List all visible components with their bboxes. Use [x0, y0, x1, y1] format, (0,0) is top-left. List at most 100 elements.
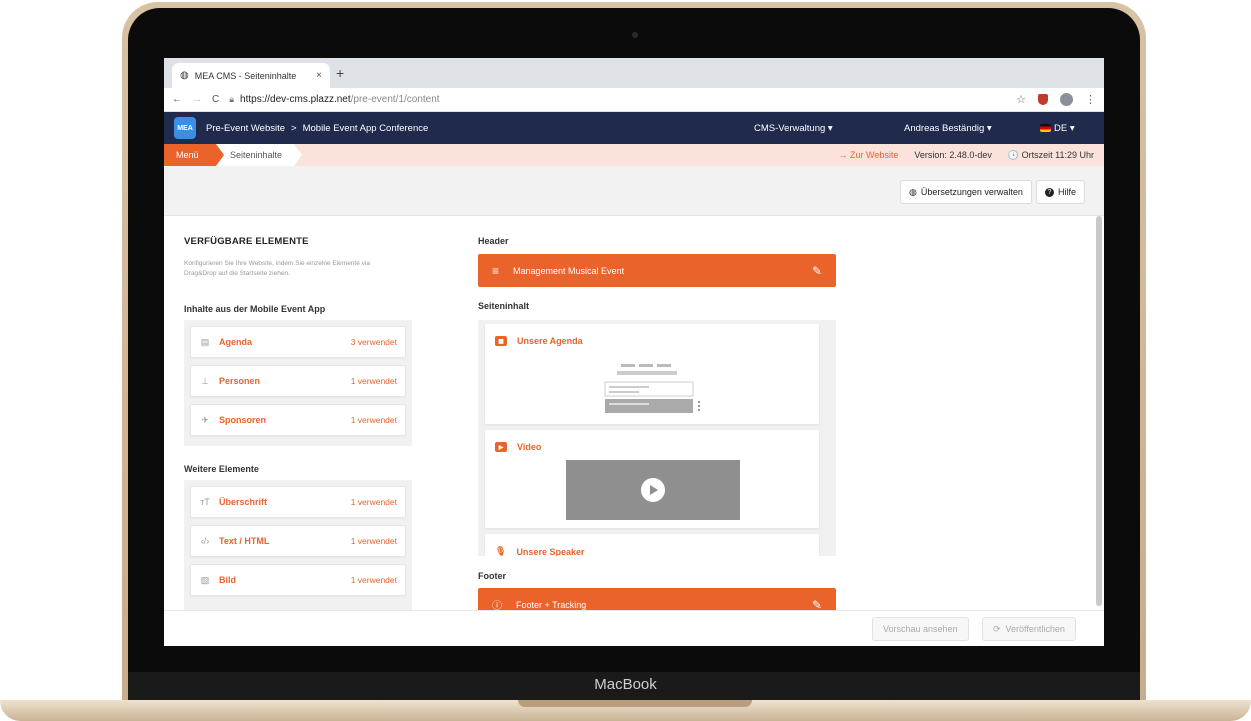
- profile-avatar-icon[interactable]: [1060, 93, 1073, 106]
- card-title: ▶ Video: [495, 442, 541, 452]
- forward-icon[interactable]: →: [192, 94, 202, 105]
- browser-menu-icon[interactable]: ⋮: [1085, 93, 1096, 106]
- plane-icon: ✈: [201, 414, 209, 425]
- browser-tab[interactable]: ◍ MEA CMS - Seiteninhalte ×: [172, 63, 330, 88]
- publish-label: Veröffentlichen: [1005, 624, 1065, 634]
- publish-button[interactable]: ⟳ Veröffentlichen: [982, 617, 1076, 641]
- shield-extension-icon[interactable]: [1038, 94, 1048, 105]
- close-tab-icon[interactable]: ×: [316, 70, 322, 81]
- card-title-text: Unsere Agenda: [517, 336, 583, 346]
- nav-crumb-separator: >: [291, 122, 297, 134]
- app-navbar: MEA Pre-Event Website > Mobile Event App…: [164, 112, 1104, 144]
- reload-icon[interactable]: C: [212, 94, 219, 105]
- element-name: Überschrift: [219, 497, 268, 507]
- element-name: Personen: [219, 376, 261, 386]
- element-name: Sponsoren: [219, 415, 267, 425]
- nav-right: CMS-Verwaltung ▾ Andreas Beständig ▾ DE …: [754, 112, 1094, 144]
- lock-icon: 🔒︎: [229, 94, 235, 104]
- card-title: 🎙︎ Unsere Speaker: [495, 546, 584, 556]
- microphone-icon: 🎙︎: [495, 546, 507, 556]
- youtube-icon: ▶: [495, 442, 507, 452]
- menu-button[interactable]: Menü: [164, 144, 224, 166]
- available-elements-panel: VERFÜGBARE ELEMENTE Konfigurieren Sie Ih…: [184, 236, 424, 279]
- more-elements-list: тT Überschrift 1 verwendet ‹/› Text / HT…: [184, 480, 412, 610]
- question-icon: ?: [1045, 187, 1054, 197]
- play-icon[interactable]: [641, 478, 665, 502]
- heading-icon: тT: [200, 497, 210, 507]
- nav-breadcrumb: Pre-Event Website > Mobile Event App Con…: [206, 123, 428, 134]
- page-content-area: ▦ Unsere Agenda ▶ Video 🎙︎ Unsere Speake…: [478, 320, 836, 556]
- calendar-icon: ▤: [200, 336, 210, 347]
- content-card-video[interactable]: ▶ Video: [485, 430, 819, 528]
- url-field[interactable]: 🔒︎ https://dev-cms.plazz.net/pre-event/1…: [229, 91, 1006, 109]
- language-menu[interactable]: DE ▾: [1040, 123, 1075, 134]
- element-agenda[interactable]: ▤ Agenda 3 verwendet: [190, 326, 406, 358]
- flag-de-icon: [1040, 123, 1051, 132]
- element-text-html[interactable]: ‹/› Text / HTML 1 verwendet: [190, 525, 406, 557]
- stage: MacBook ◍ MEA CMS - Seiteninhalte × + ← …: [0, 0, 1251, 721]
- agenda-preview-icon: [604, 364, 701, 413]
- element-name: Text / HTML: [219, 536, 270, 546]
- version-label: Version: 2.48.0-dev: [914, 150, 992, 160]
- language-label: DE ▾: [1054, 122, 1075, 134]
- cms-admin-menu[interactable]: CMS-Verwaltung ▾: [754, 123, 833, 134]
- image-icon: ▧: [200, 574, 210, 585]
- element-usage: 1 verwendet: [350, 376, 397, 386]
- user-menu[interactable]: Andreas Beständig ▾: [904, 123, 992, 134]
- app-logo[interactable]: MEA: [174, 117, 196, 139]
- app-content-heading: Inhalte aus der Mobile Event App: [184, 304, 326, 314]
- nav-crumb-website[interactable]: Pre-Event Website: [206, 123, 285, 134]
- element-usage: 1 verwendet: [350, 415, 397, 425]
- globe-icon: ◍: [909, 186, 917, 197]
- back-icon[interactable]: ←: [172, 94, 182, 105]
- manage-translations-button[interactable]: ◍ Übersetzungen verwalten: [900, 180, 1032, 204]
- element-name: Agenda: [219, 337, 253, 347]
- laptop-notch: [518, 700, 752, 707]
- card-title: ▦ Unsere Agenda: [495, 336, 583, 346]
- edit-pencil-icon[interactable]: ✎: [812, 264, 822, 278]
- person-icon: ⊥: [201, 375, 209, 386]
- url-host: https://dev-cms.plazz.net: [240, 94, 351, 105]
- content-card-speaker[interactable]: 🎙︎ Unsere Speaker: [485, 534, 819, 556]
- help-button[interactable]: ? Hilfe: [1036, 180, 1086, 204]
- browser-tabbar: ◍ MEA CMS - Seiteninhalte × +: [164, 58, 1104, 88]
- more-elements-heading: Weitere Elemente: [184, 464, 259, 474]
- element-ueberschrift[interactable]: тT Überschrift 1 verwendet: [190, 486, 406, 518]
- manage-translations-label: Übersetzungen verwalten: [920, 187, 1023, 197]
- breadcrumb: Seiteninhalte Menü → Zur Website Version…: [164, 144, 1104, 166]
- screen: ◍ MEA CMS - Seiteninhalte × + ← → C 🔒︎ h…: [164, 58, 1104, 646]
- video-placeholder: [566, 460, 740, 520]
- preview-button[interactable]: Vorschau ansehen: [872, 617, 969, 641]
- element-usage: 1 verwendet: [350, 536, 397, 546]
- breadcrumb-page: Seiteninhalte: [216, 144, 302, 166]
- page-scrollbar[interactable]: [1096, 216, 1102, 606]
- card-title-text: Video: [517, 442, 542, 452]
- new-tab-icon[interactable]: +: [336, 65, 344, 81]
- globe-icon: ◍: [180, 70, 189, 81]
- star-icon[interactable]: ☆: [1016, 93, 1026, 106]
- panel-title: VERFÜGBARE ELEMENTE: [184, 236, 309, 247]
- laptop-brand: MacBook: [594, 676, 657, 693]
- code-icon: ‹/›: [200, 536, 210, 546]
- element-sponsoren[interactable]: ✈ Sponsoren 1 verwendet: [190, 404, 406, 436]
- element-name: Bild: [219, 575, 236, 585]
- breadcrumb-right: → Zur Website Version: 2.48.0-dev 🕓 Orts…: [839, 144, 1095, 166]
- content-card-agenda[interactable]: ▦ Unsere Agenda: [485, 324, 819, 424]
- bottom-action-bar: Vorschau ansehen ⟳ Veröffentlichen: [164, 610, 1104, 646]
- nav-crumb-app[interactable]: Mobile Event App Conference: [303, 123, 429, 134]
- page-content-label: Seiteninhalt: [478, 301, 530, 311]
- tab-title: MEA CMS - Seiteninhalte: [194, 70, 297, 81]
- to-website-link[interactable]: → Zur Website: [839, 150, 899, 160]
- url-path: /pre-event/1/content: [350, 94, 440, 105]
- hamburger-icon: ≡: [492, 263, 500, 278]
- header-bar[interactable]: ≡ Management Musical Event ✎: [478, 254, 836, 287]
- browser-actions: ☆ ⋮: [1016, 93, 1096, 106]
- app-elements-list: ▤ Agenda 3 verwendet ⊥ Personen 1 verwen…: [184, 320, 412, 446]
- panel-description: Konfigurieren Sie Ihre Website, indem Si…: [184, 260, 370, 277]
- header-bar-title: Management Musical Event: [513, 265, 625, 276]
- element-usage: 1 verwendet: [350, 497, 397, 507]
- help-label: Hilfe: [1058, 187, 1077, 197]
- local-time-label: 🕓 Ortszeit 11:29 Uhr: [1007, 149, 1094, 160]
- element-bild[interactable]: ▧ Bild 1 verwendet: [190, 564, 406, 596]
- element-personen[interactable]: ⊥ Personen 1 verwendet: [190, 365, 406, 397]
